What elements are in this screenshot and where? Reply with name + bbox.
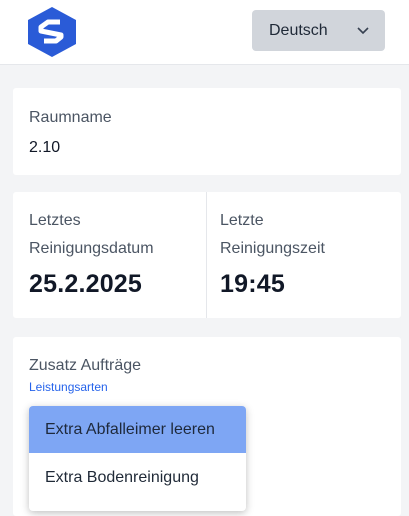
last-cleaning-time-label-line2: Reinigungszeit	[220, 240, 325, 257]
extra-orders-dropdown: Extra Abfalleimer leeren Extra Bodenrein…	[29, 406, 246, 511]
chevron-down-icon	[357, 27, 369, 35]
room-name-value: 2.10	[29, 139, 61, 156]
option-extra-waste-bin[interactable]: Extra Abfalleimer leeren	[29, 406, 246, 453]
company-logo[interactable]	[27, 6, 77, 58]
option-extra-floor-cleaning[interactable]: Extra Bodenreinigung	[29, 454, 246, 501]
language-select[interactable]: Deutsch	[252, 10, 385, 51]
service-types-link[interactable]: Leistungsarten	[29, 380, 108, 394]
top-bar: Deutsch	[0, 0, 409, 65]
extra-orders-title: Zusatz Aufträge	[29, 357, 142, 374]
last-cleaning-time-value: 19:45	[220, 270, 285, 298]
room-card: Raumname 2.10	[13, 88, 401, 175]
last-cleaning-card: Letztes Reinigungsdatum 25.2.2025 Letzte…	[13, 192, 401, 318]
language-label: Deutsch	[269, 21, 328, 39]
last-cleaning-date-label-line1: Letztes	[29, 212, 81, 229]
last-cleaning-date-value: 25.2.2025	[29, 270, 143, 298]
last-cleaning-date-label-line2: Reinigungsdatum	[29, 240, 154, 257]
column-divider	[206, 192, 207, 318]
room-name-label: Raumname	[29, 109, 112, 126]
last-cleaning-time-label-line1: Letzte	[220, 212, 264, 229]
